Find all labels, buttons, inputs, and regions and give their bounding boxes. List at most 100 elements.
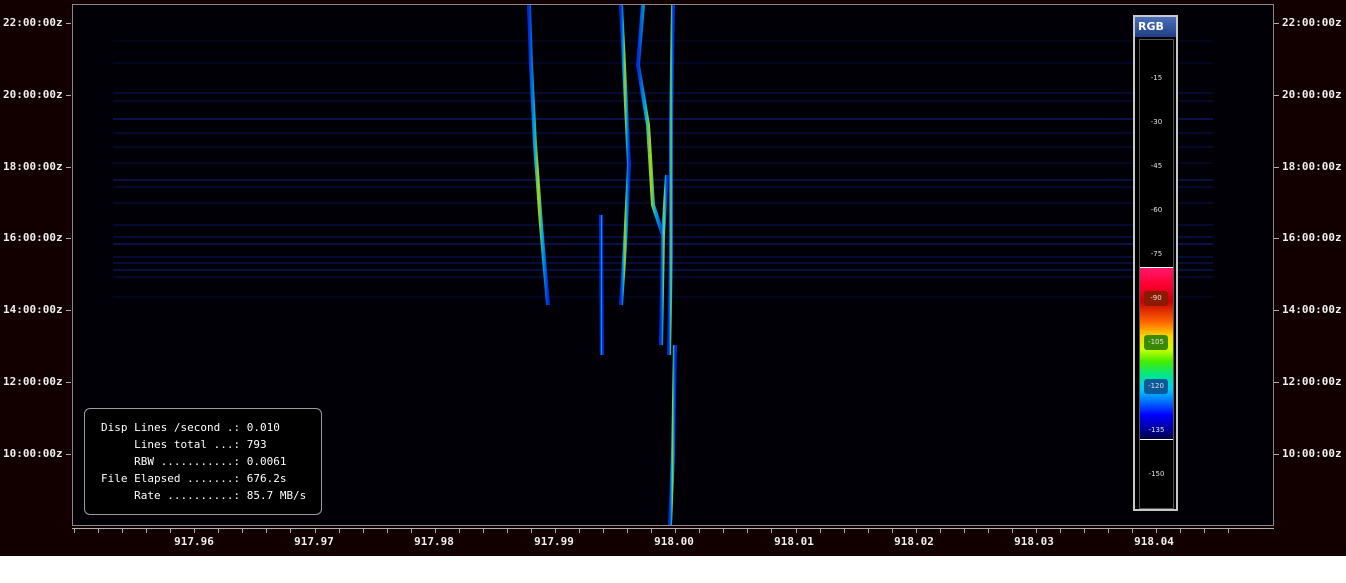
freq-tick-mark (1011, 528, 1013, 533)
time-label: 14:00:00z (1282, 303, 1342, 317)
time-tick-mark (66, 310, 71, 312)
freq-tick-mark (939, 528, 941, 533)
freq-tick-mark (915, 528, 917, 533)
time-tick-mark (1274, 238, 1279, 240)
legend-level-label: -60 (1150, 206, 1163, 214)
freq-tick-mark (506, 528, 508, 533)
freq-tick-mark (627, 528, 629, 533)
legend-level-label: -105 (1144, 335, 1168, 350)
freq-tick-mark (98, 528, 100, 533)
signal-trace (527, 5, 550, 306)
time-label: 16:00:00z (3, 231, 63, 245)
freq-label: 918.03 (1014, 535, 1054, 548)
freq-tick-mark (74, 528, 75, 533)
time-tick-mark (1274, 453, 1279, 455)
time-label: 22:00:00z (3, 16, 63, 29)
time-tick-mark (1274, 94, 1279, 96)
freq-tick-mark (1108, 528, 1110, 533)
freq-label: 918.00 (654, 535, 694, 548)
freq-tick-mark (482, 528, 484, 533)
legend-lower-limit-line[interactable] (1140, 439, 1173, 440)
info-panel: Disp Lines /second .: 0.010 Lines total … (84, 408, 322, 515)
freq-tick-mark (1084, 528, 1086, 533)
freq-tick-mark (675, 528, 677, 533)
freq-label: 918.02 (894, 535, 934, 548)
freq-tick-mark (651, 528, 653, 533)
freq-tick-mark (290, 528, 292, 533)
legend-title[interactable]: RGB (1135, 17, 1176, 37)
legend-level-label: -135 (1148, 426, 1165, 434)
freq-tick-mark (1132, 528, 1134, 533)
freq-tick-mark (410, 528, 412, 533)
signal-trace (619, 5, 632, 306)
freq-tick-mark (146, 528, 148, 533)
signal-trace-group (527, 5, 707, 525)
freq-tick-mark (579, 528, 581, 533)
time-label: 16:00:00z (1282, 231, 1342, 245)
time-label: 12:00:00z (3, 375, 63, 388)
frequency-axis-line (72, 528, 1274, 529)
time-label: 10:00:00z (1282, 446, 1342, 460)
time-label: 22:00:00z (1282, 16, 1342, 29)
freq-label: 917.96 (174, 535, 214, 548)
legend-level-label: -45 (1150, 162, 1163, 170)
time-tick-mark (66, 453, 71, 455)
freq-tick-mark (987, 528, 989, 533)
freq-tick-mark (819, 528, 821, 533)
time-tick-mark (66, 382, 71, 383)
freq-tick-mark (242, 528, 244, 533)
freq-tick-mark (1156, 528, 1158, 533)
legend-level-label: -15 (1150, 74, 1163, 82)
freq-tick-mark (723, 528, 725, 533)
time-label: 18:00:00z (1282, 159, 1342, 173)
freq-tick-mark (1060, 528, 1062, 533)
legend-scale: -15 -30 -45 -60 -75 -90 -105 -120 -135 -150 (1139, 39, 1174, 509)
time-label: 10:00:00z (3, 446, 63, 460)
signal-trace (599, 214, 604, 356)
freq-tick-mark (338, 528, 340, 533)
bottom-strip (0, 556, 1346, 583)
freq-tick-mark (891, 528, 893, 533)
time-tick-mark (66, 94, 71, 96)
freq-tick-mark (362, 528, 364, 533)
freq-tick-mark (530, 528, 532, 533)
freq-tick-mark (386, 528, 388, 533)
freq-tick-mark (1204, 528, 1206, 533)
legend-level-label: -90 (1144, 291, 1168, 306)
legend-upper-limit-line[interactable] (1140, 267, 1173, 268)
color-scale-legend[interactable]: RGB -15 -30 -45 -60 -75 -90 -105 -120 -135 -150 (1133, 15, 1178, 511)
legend-level-label: -150 (1148, 470, 1165, 478)
freq-tick-mark (218, 528, 220, 533)
freq-tick-mark (795, 528, 797, 533)
freq-label: 917.99 (534, 535, 574, 548)
time-tick-mark (66, 23, 71, 24)
freq-tick-mark (747, 528, 749, 533)
freq-tick-mark (194, 528, 196, 533)
signal-trace (667, 5, 675, 356)
freq-label: 917.97 (294, 535, 334, 548)
time-label: 14:00:00z (3, 303, 63, 317)
legend-level-label: -30 (1150, 118, 1163, 126)
time-label: 18:00:00z (3, 159, 63, 173)
freq-tick-mark (314, 528, 316, 533)
time-tick-mark (1274, 310, 1279, 312)
time-tick-mark (66, 166, 71, 168)
freq-tick-mark (963, 528, 965, 533)
freq-tick-mark (867, 528, 869, 533)
time-label: 20:00:00z (3, 87, 63, 101)
freq-tick-mark (843, 528, 845, 533)
freq-tick-mark (122, 528, 124, 533)
time-label: 20:00:00z (1282, 87, 1342, 101)
freq-tick-mark (266, 528, 268, 533)
freq-tick-mark (699, 528, 701, 533)
time-tick-mark (66, 238, 71, 240)
freq-tick-mark (1180, 528, 1182, 533)
signal-trace (635, 5, 665, 236)
info-row-file-elapsed: File Elapsed .......: 676.2s (101, 472, 287, 485)
signal-trace (659, 174, 669, 346)
freq-tick-mark (771, 528, 773, 533)
freq-tick-mark (434, 528, 436, 533)
signal-trace (668, 344, 677, 525)
freq-tick-mark (458, 528, 460, 533)
time-tick-mark (1274, 23, 1279, 24)
